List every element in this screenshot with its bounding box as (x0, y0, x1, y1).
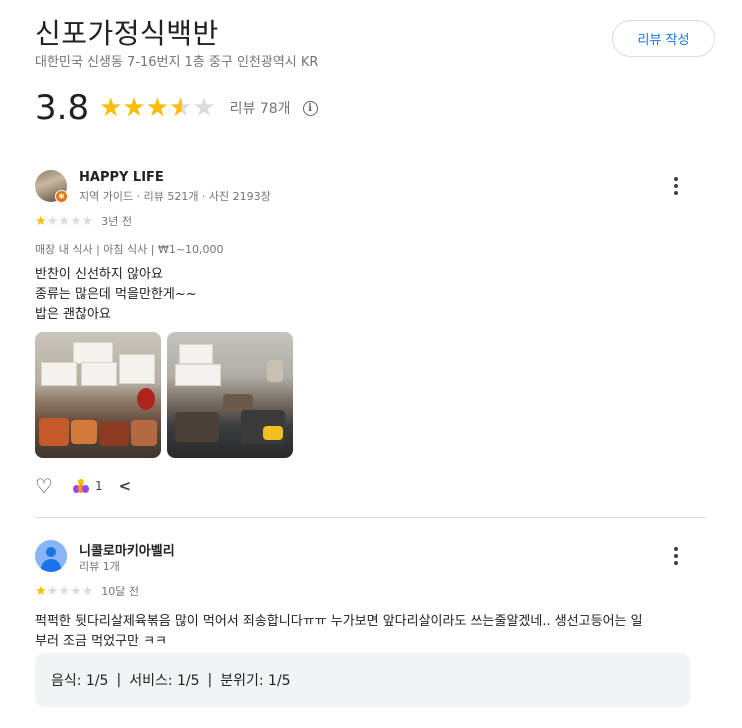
write-review-button[interactable]: 리뷰 작성 (612, 20, 715, 57)
rating-summary: 3.8 ★ ★ ★ ★ ★ 리뷰 78개 i (35, 88, 318, 128)
star-icon: ★ (122, 93, 146, 123)
review-ratings-breakdown: 음식: 1/5 | 서비스: 1/5 | 분위기: 1/5 (35, 653, 690, 707)
rating-separator: | (116, 672, 122, 688)
review-divider (35, 517, 706, 518)
info-icon[interactable]: i (302, 100, 318, 116)
star-icon: ★ (58, 213, 70, 229)
review-text: 퍽퍽한 뒷다리살제육볶음 많이 먹어서 죄송합니다ㅠㅠ 누가보면 앞다리살이라도… (35, 612, 643, 652)
like-count: 1 (94, 479, 103, 493)
place-address: 대한민국 신생동 7-16번지 1층 중구 인천광역시 KR (35, 55, 319, 70)
rating-stars: ★ ★ ★ ★ ★ (99, 95, 216, 121)
review-text: 반찬이 신선하지 않아요 종류는 많은데 먹을만한게~~ 밥은 괜찮아요 (35, 265, 197, 325)
atmosphere-rating: 분위기: 1/5 (220, 673, 291, 689)
reviewer-meta: 지역 가이드 · 리뷰 521개 · 사진 2193장 (79, 190, 271, 203)
star-icon: ★ (46, 213, 59, 229)
like-emoji-icon[interactable] (72, 478, 89, 494)
review-tags: 매장 내 식사 | 아침 식사 | ₩1~10,000 (35, 243, 224, 256)
star-icon: ★ (35, 583, 47, 599)
place-title: 신포가정식백반 (35, 17, 219, 50)
rating-separator: | (207, 672, 213, 688)
review-date: 10달 전 (101, 585, 140, 598)
review-text-line: 밥은 괜찮아요 (35, 307, 111, 322)
star-icon: ★ (69, 213, 82, 229)
more-vert-icon[interactable] (666, 176, 686, 196)
heart-icon[interactable]: ♡ (35, 474, 53, 498)
star-icon: ★ (81, 583, 94, 599)
review-text-line: 부러 조금 먹었구만 ㅋㅋ (35, 634, 167, 649)
star-icon: ★ (192, 93, 216, 123)
service-rating: 서비스: 1/5 (129, 673, 200, 689)
review-photo[interactable] (35, 332, 161, 458)
star-icon: ★ (169, 93, 193, 123)
rating-value: 3.8 (35, 88, 90, 128)
reviewer-meta: 리뷰 1개 (79, 560, 120, 573)
avatar[interactable] (35, 540, 67, 572)
review-text-line: 퍽퍽한 뒷다리살제육볶음 많이 먹어서 죄송합니다ㅠㅠ 누가보면 앞다리살이라도… (35, 614, 643, 629)
reviewer-name[interactable]: HAPPY LIFE (79, 170, 164, 185)
star-icon: ★ (69, 583, 82, 599)
star-icon: ★ (99, 93, 123, 123)
review-count: 리뷰 78개 (229, 101, 291, 117)
review-photos (35, 332, 293, 458)
local-guide-badge-icon: ✱ (55, 190, 68, 203)
star-icon: ★ (81, 213, 94, 229)
star-icon: ★ (58, 583, 70, 599)
review-actions: ♡ 1 < (35, 474, 131, 498)
review-text-line: 반찬이 신선하지 않아요 (35, 267, 163, 282)
more-vert-icon[interactable] (666, 546, 686, 566)
review-stars: ★ ★ ★ ★ ★ 10달 전 (35, 583, 139, 599)
review-text-line: 종류는 많은데 먹을만한게~~ (35, 287, 197, 302)
star-icon: ★ (46, 583, 59, 599)
review-stars: ★ ★ ★ ★ ★ 3년 전 (35, 213, 132, 229)
reviewer-name[interactable]: 니콜로마키아벨리 (79, 540, 175, 559)
star-icon: ★ (145, 93, 170, 123)
star-icon: ★ (35, 213, 47, 229)
food-rating: 음식: 1/5 (51, 673, 109, 689)
review-date: 3년 전 (101, 215, 133, 228)
review-photo[interactable] (167, 332, 293, 458)
share-icon[interactable]: < (119, 477, 132, 495)
